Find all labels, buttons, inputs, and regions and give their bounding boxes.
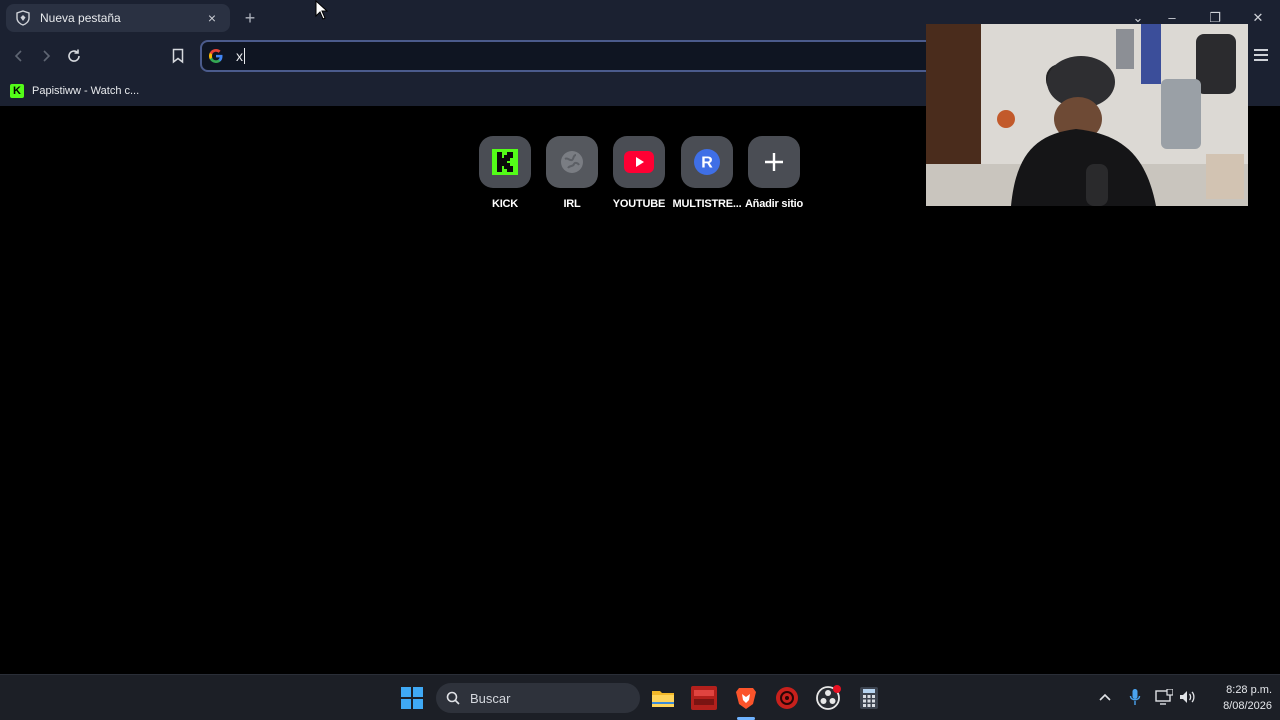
bookmark-icon	[172, 48, 184, 64]
mouse-cursor-icon	[315, 0, 329, 20]
new-tab-button[interactable]: +	[240, 8, 260, 28]
speed-dial-label: MULTISTRE...	[672, 198, 742, 210]
address-bar[interactable]: x	[200, 40, 940, 72]
network-icon[interactable]	[1155, 687, 1173, 707]
kick-favicon-icon: K	[10, 84, 24, 98]
file-explorer-icon[interactable]	[649, 684, 677, 712]
youtube-icon	[613, 136, 665, 188]
volume-icon[interactable]	[1178, 687, 1196, 707]
forward-button[interactable]	[34, 44, 58, 68]
tab-close-icon[interactable]: ×	[204, 10, 220, 26]
speed-dial-label: KICK	[491, 198, 519, 210]
back-arrow-icon	[14, 50, 22, 62]
windows-start-icon[interactable]	[398, 684, 426, 712]
tab-nueva-pestana[interactable]: Nueva pestaña ×	[6, 4, 230, 32]
svg-text:R: R	[701, 155, 713, 172]
clock-time: 8:28 p.m.	[1226, 684, 1272, 696]
calculator-icon[interactable]	[855, 684, 883, 712]
davinci-icon[interactable]	[773, 684, 801, 712]
speed-dial-kick[interactable]: KICK	[470, 136, 540, 210]
speed-dial-label: IRL	[563, 198, 581, 210]
speed-dial-multistream[interactable]: R MULTISTRE...	[672, 136, 742, 210]
search-icon	[446, 691, 460, 705]
menu-button[interactable]	[1250, 44, 1272, 66]
speed-dial-label: Añadir sitio	[744, 198, 804, 210]
taskbar-search[interactable]: Buscar	[436, 683, 640, 713]
bookmark-papistiww[interactable]: K Papistiww - Watch c...	[10, 81, 139, 101]
close-window-button[interactable]: ✕	[1248, 8, 1268, 28]
plus-icon	[748, 136, 800, 188]
r-icon: R	[681, 136, 733, 188]
brave-icon[interactable]	[732, 684, 760, 712]
microphone-icon[interactable]	[1126, 687, 1144, 707]
bookmark-label: Papistiww - Watch c...	[32, 85, 140, 97]
tab-title: Nueva pestaña	[40, 11, 121, 25]
taskbar: Buscar 8:28 p.m. 8/08/2026	[0, 674, 1280, 720]
speed-dial-add-site[interactable]: Añadir sitio	[739, 136, 809, 210]
shield-icon	[16, 10, 30, 26]
speed-dial-irl[interactable]: IRL	[537, 136, 607, 210]
voicemeeter-icon[interactable]	[690, 684, 718, 712]
webcam-overlay	[926, 24, 1248, 206]
google-icon	[208, 48, 224, 64]
bookmark-button[interactable]	[166, 44, 190, 68]
back-button[interactable]	[7, 44, 31, 68]
address-input[interactable]: x	[236, 48, 243, 64]
forward-arrow-icon	[43, 50, 51, 62]
system-clock[interactable]: 8:28 p.m. 8/08/2026	[1200, 682, 1272, 714]
reload-button[interactable]	[62, 44, 86, 68]
globe-icon	[546, 136, 598, 188]
text-caret	[244, 48, 245, 64]
obs-icon[interactable]	[814, 684, 842, 712]
speed-dial-youtube[interactable]: YOUTUBE	[604, 136, 674, 210]
clock-date: 8/08/2026	[1223, 700, 1272, 712]
search-label: Buscar	[470, 690, 511, 706]
reload-icon	[68, 49, 80, 62]
tray-chevron-up-icon[interactable]	[1096, 687, 1114, 707]
speed-dial-label: YOUTUBE	[612, 198, 666, 210]
kick-icon	[479, 136, 531, 188]
